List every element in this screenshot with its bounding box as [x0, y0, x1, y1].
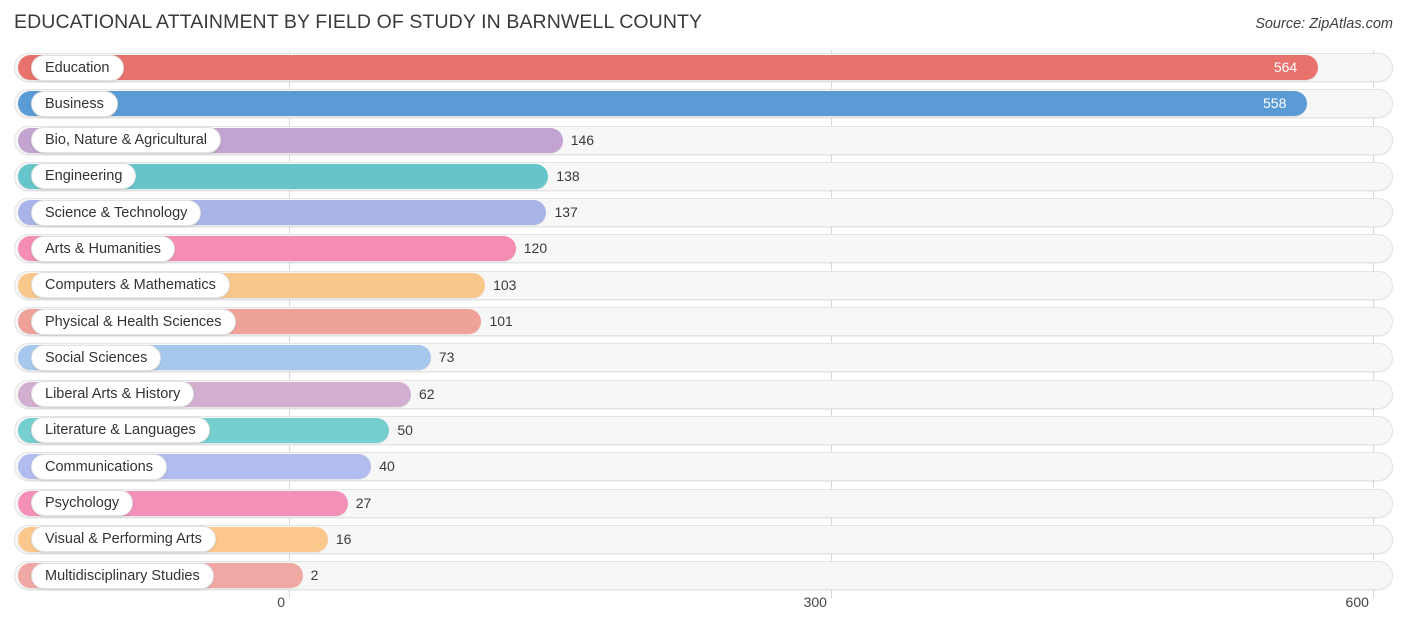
bar-rows: Education 564 Business 558 Bio, Nature & Agr… — [0, 50, 1406, 594]
bar-row[interactable]: Liberal Arts & History 62 — [0, 377, 1406, 413]
bar-label: Engineering — [31, 163, 137, 190]
bar[interactable] — [18, 55, 1318, 80]
x-axis: 0 300 600 — [0, 592, 1406, 622]
bar-row[interactable]: Literature & Languages 50 — [0, 413, 1406, 449]
bar-value: 138 — [556, 167, 580, 184]
plot-area: Education 564 Business 558 Bio, Nature & Agr… — [0, 50, 1406, 598]
bar[interactable] — [18, 91, 1308, 117]
bar-value: 50 — [397, 421, 413, 438]
bar-row[interactable]: Computers & Mathematics 103 — [0, 268, 1406, 304]
bar-label: Arts & Humanities — [31, 235, 176, 262]
bar-row[interactable]: Psychology 27 — [0, 486, 1406, 522]
bar-value: 103 — [493, 276, 517, 293]
bar-label: Multidisciplinary Studies — [31, 562, 214, 589]
bar-label: Literature & Languages — [31, 417, 210, 444]
chart-page: EDUCATIONAL ATTAINMENT BY FIELD OF STUDY… — [0, 0, 1406, 632]
bar-label: Education — [31, 54, 124, 81]
bar-row[interactable]: Business 558 — [0, 86, 1406, 122]
bar-row[interactable]: Engineering 138 — [0, 159, 1406, 195]
page-title: EDUCATIONAL ATTAINMENT BY FIELD OF STUDY… — [14, 11, 703, 33]
bar-value: 120 — [523, 240, 548, 257]
bar-row[interactable]: Social Sciences 73 — [0, 340, 1406, 376]
bar-label: Communications — [31, 453, 167, 480]
bar-value: 40 — [379, 458, 395, 475]
bar-row[interactable]: Science & Technology 137 — [0, 195, 1406, 231]
bar-row[interactable]: Communications 40 — [0, 449, 1406, 485]
bar-label: Computers & Mathematics — [31, 272, 230, 299]
bar-label: Visual & Performing Arts — [31, 526, 216, 553]
x-tick-label: 600 — [1345, 594, 1369, 610]
bar-row[interactable]: Arts & Humanities 120 — [0, 231, 1406, 267]
bar-row[interactable]: Multidisciplinary Studies 2 — [0, 558, 1406, 594]
bar-value: 2 — [310, 567, 319, 584]
bar-value: 101 — [489, 313, 513, 330]
bar-row[interactable]: Physical & Health Sciences 101 — [0, 304, 1406, 340]
source-attribution: Source: ZipAtlas.com — [1255, 16, 1393, 32]
bar-value: 27 — [355, 494, 372, 511]
bar-value: 146 — [570, 131, 595, 148]
bar-label: Social Sciences — [31, 344, 162, 371]
bar-label: Psychology — [31, 490, 134, 517]
bar-label: Bio, Nature & Agricultural — [31, 127, 221, 154]
bar-value: 137 — [554, 204, 578, 221]
bar-label: Physical & Health Sciences — [31, 308, 236, 335]
x-tick-label: 300 — [803, 594, 827, 610]
bar-label: Science & Technology — [31, 199, 202, 226]
bar-row[interactable]: Bio, Nature & Agricultural 146 — [0, 123, 1406, 159]
bar-value: 73 — [438, 349, 455, 366]
bar-row[interactable]: Education 564 — [0, 50, 1406, 86]
bar-value: 16 — [335, 530, 352, 547]
bar-label: Business — [31, 90, 118, 117]
bar-value: 62 — [419, 385, 435, 402]
x-tick-label: 0 — [277, 594, 285, 610]
bar-row[interactable]: Visual & Performing Arts 16 — [0, 522, 1406, 558]
bar-label: Liberal Arts & History — [31, 381, 195, 408]
bar-value: 564 — [1273, 59, 1298, 75]
bar-value: 558 — [1263, 95, 1287, 112]
